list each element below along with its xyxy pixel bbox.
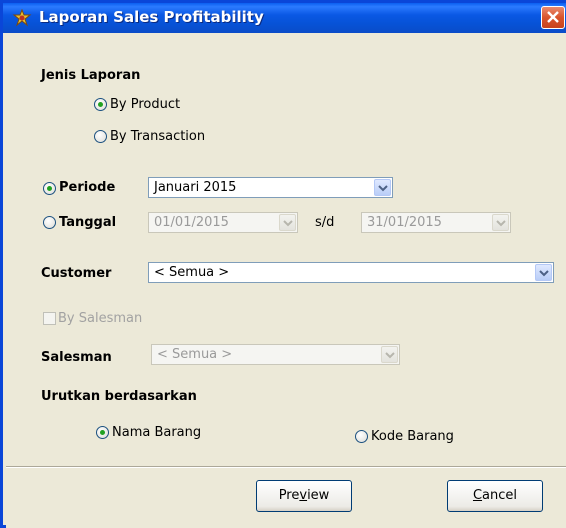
tanggal-from-value: 01/01/2015: [154, 215, 229, 230]
periode-label[interactable]: Periode: [59, 180, 115, 195]
nama-barang-label[interactable]: Nama Barang: [112, 425, 201, 440]
preview-label-accel: v: [299, 488, 308, 503]
window-title: Laporan Sales Profitability: [39, 8, 264, 26]
by-transaction-label[interactable]: By Transaction: [110, 129, 205, 144]
salesman-value: < Semua >: [157, 347, 233, 362]
cancel-label-accel: C: [472, 488, 483, 503]
urutkan-label: Urutkan berdasarkan: [41, 389, 197, 404]
periode-value: Januari 2015: [154, 180, 237, 195]
by-salesman-label[interactable]: By Salesman: [58, 311, 142, 326]
close-button[interactable]: [541, 6, 565, 29]
by-transaction-radio[interactable]: [94, 130, 107, 143]
report-dialog: Laporan Sales Profitability Jenis Lapora…: [0, 0, 566, 528]
periode-select[interactable]: Januari 2015: [148, 177, 393, 198]
title-bar[interactable]: Laporan Sales Profitability: [3, 3, 566, 33]
chevron-down-icon[interactable]: [535, 264, 552, 281]
jenis-laporan-label: Jenis Laporan: [41, 68, 141, 83]
by-salesman-checkbox[interactable]: [43, 312, 56, 325]
dialog-body: Jenis Laporan By Product By Transaction …: [6, 33, 566, 528]
salesman-label: Salesman: [41, 350, 112, 365]
periode-radio[interactable]: [43, 182, 56, 195]
tanggal-label[interactable]: Tanggal: [59, 215, 116, 230]
preview-label-pre: Pre: [278, 488, 300, 503]
date-range-separator: s/d: [315, 215, 335, 230]
close-icon: [547, 11, 559, 23]
preview-button[interactable]: Preview: [256, 480, 352, 512]
chevron-down-icon[interactable]: [279, 214, 296, 231]
kode-barang-label[interactable]: Kode Barang: [371, 429, 454, 444]
tanggal-to-value: 31/01/2015: [367, 215, 442, 230]
app-icon: [12, 9, 32, 27]
chevron-down-icon[interactable]: [374, 179, 391, 196]
kode-barang-radio[interactable]: [355, 430, 368, 443]
tanggal-radio[interactable]: [43, 216, 56, 229]
by-product-radio[interactable]: [94, 98, 107, 111]
divider: [6, 466, 566, 468]
cancel-label-post: ancel: [482, 488, 518, 503]
salesman-select[interactable]: < Semua >: [151, 344, 400, 365]
chevron-down-icon[interactable]: [381, 346, 398, 363]
customer-label: Customer: [41, 266, 112, 281]
by-product-label[interactable]: By Product: [110, 97, 180, 112]
tanggal-from-select[interactable]: 01/01/2015: [148, 212, 298, 233]
chevron-down-icon[interactable]: [492, 214, 509, 231]
customer-select[interactable]: < Semua >: [148, 262, 554, 283]
preview-label-post: iew: [307, 488, 330, 503]
nama-barang-radio[interactable]: [96, 426, 109, 439]
cancel-button[interactable]: Cancel: [447, 480, 543, 512]
tanggal-to-select[interactable]: 31/01/2015: [361, 212, 511, 233]
customer-value: < Semua >: [154, 265, 230, 280]
